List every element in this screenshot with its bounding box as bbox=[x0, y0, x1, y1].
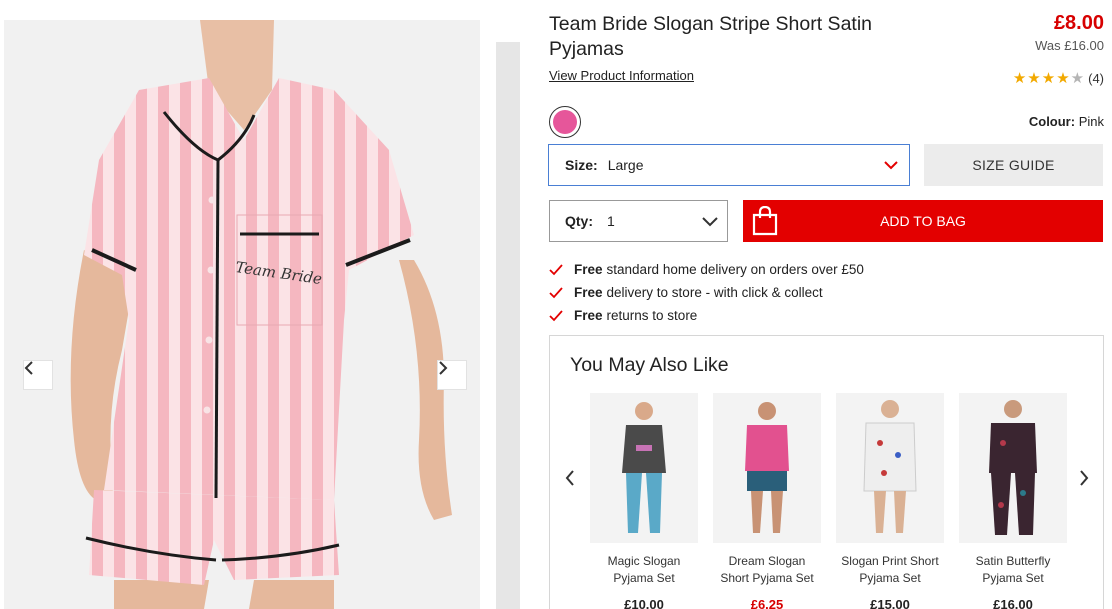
add-to-bag-button[interactable]: ADD TO BAG bbox=[743, 200, 1103, 242]
star-icon: ★ bbox=[1027, 70, 1041, 87]
star-icon: ★ bbox=[1012, 70, 1027, 87]
product-price: £10.00 bbox=[624, 597, 664, 609]
rating-count: (4) bbox=[1088, 71, 1104, 86]
benefit-bold: Free bbox=[574, 262, 603, 277]
product-price: £15.00 bbox=[870, 597, 910, 609]
chevron-left-icon bbox=[24, 361, 33, 375]
gallery-next-button[interactable] bbox=[437, 360, 467, 390]
size-guide-button[interactable]: SIZE GUIDE bbox=[924, 144, 1103, 186]
recs-prev-button[interactable] bbox=[562, 468, 578, 488]
chevron-left-icon bbox=[565, 470, 574, 486]
benefit-bold: Free bbox=[574, 285, 603, 300]
next-image-preview[interactable] bbox=[496, 42, 520, 609]
benefit-text: returns to store bbox=[606, 308, 698, 323]
rating-stars[interactable]: ★ ★ ★ ★ ★ (4) bbox=[1013, 71, 1104, 86]
chevron-right-icon bbox=[1080, 470, 1089, 486]
product-card[interactable]: Dream Slogan Short Pyjama Set £6.25 bbox=[713, 393, 821, 609]
size-label: Size: bbox=[565, 157, 598, 173]
product-thumbnail[interactable] bbox=[836, 393, 944, 543]
product-card[interactable]: Magic Slogan Pyjama Set £10.00 bbox=[590, 393, 698, 609]
qty-label: Qty: bbox=[565, 213, 593, 229]
colour-label: Colour: bbox=[1028, 114, 1076, 129]
current-price: £8.00 bbox=[1053, 12, 1104, 34]
chevron-right-icon bbox=[439, 361, 448, 375]
was-price: Was £16.00 bbox=[1035, 38, 1104, 53]
benefit-item: Free delivery to store - with click & col… bbox=[549, 281, 864, 304]
product-name[interactable]: Magic Slogan Pyjama Set bbox=[590, 553, 698, 587]
product-thumbnail[interactable] bbox=[959, 393, 1067, 543]
checkmark-icon bbox=[549, 309, 563, 322]
star-icon: ★ bbox=[1056, 70, 1070, 87]
checkmark-icon bbox=[549, 286, 563, 299]
benefit-bold: Free bbox=[574, 308, 603, 323]
product-card[interactable]: Slogan Print Short Pyjama Set £15.00 bbox=[836, 393, 944, 609]
product-title: Team Bride Slogan Stripe Short Satin Pyj… bbox=[549, 13, 873, 60]
delivery-benefits-list: Free standard home delivery on orders ove… bbox=[549, 258, 864, 327]
star-icon: ★ bbox=[1041, 70, 1056, 87]
size-value: Large bbox=[607, 157, 644, 173]
product-thumbnail[interactable] bbox=[590, 393, 698, 543]
product-name[interactable]: Satin Butterfly Pyjama Set bbox=[959, 553, 1067, 587]
benefit-text: delivery to store - with click & collect bbox=[606, 285, 823, 300]
colour-swatch-pink[interactable] bbox=[549, 106, 581, 138]
benefit-text: standard home delivery on orders over £5… bbox=[606, 262, 864, 277]
chevron-down-icon bbox=[702, 217, 718, 227]
pyjama-illustration: Team Bride bbox=[70, 20, 452, 609]
chevron-down-icon bbox=[884, 161, 898, 170]
product-name[interactable]: Slogan Print Short Pyjama Set bbox=[836, 553, 944, 587]
star-icon: ★ bbox=[1070, 70, 1085, 87]
product-name[interactable]: Dream Slogan Short Pyjama Set bbox=[713, 553, 821, 587]
product-thumbnail[interactable] bbox=[713, 393, 821, 543]
checkmark-icon bbox=[549, 263, 563, 276]
product-price: £6.25 bbox=[750, 597, 784, 609]
recommendations-panel: You May Also Like Magic Slogan Pyjama Se… bbox=[549, 335, 1104, 609]
product-price: £16.00 bbox=[993, 597, 1033, 609]
product-main-image[interactable]: Team Bride bbox=[4, 20, 480, 609]
product-card[interactable]: Satin Butterfly Pyjama Set £16.00 bbox=[959, 393, 1067, 609]
swatch-fill bbox=[553, 110, 577, 134]
view-product-information-link[interactable]: View Product Information bbox=[549, 68, 694, 83]
size-select[interactable]: Size: Large bbox=[548, 144, 910, 186]
colour-value: Pink bbox=[1078, 114, 1104, 129]
add-to-bag-label: ADD TO BAG bbox=[880, 213, 966, 229]
benefit-item: Free returns to store bbox=[549, 304, 864, 327]
gallery-prev-button[interactable] bbox=[23, 360, 53, 390]
shopping-bag-icon bbox=[752, 206, 778, 236]
colour-indicator: Colour: Pink bbox=[1029, 114, 1104, 129]
recs-next-button[interactable] bbox=[1076, 468, 1092, 488]
recommendations-title: You May Also Like bbox=[570, 354, 729, 376]
quantity-select[interactable]: Qty: 1 bbox=[549, 200, 728, 242]
benefit-item: Free standard home delivery on orders ove… bbox=[549, 258, 864, 281]
qty-value: 1 bbox=[607, 213, 615, 229]
